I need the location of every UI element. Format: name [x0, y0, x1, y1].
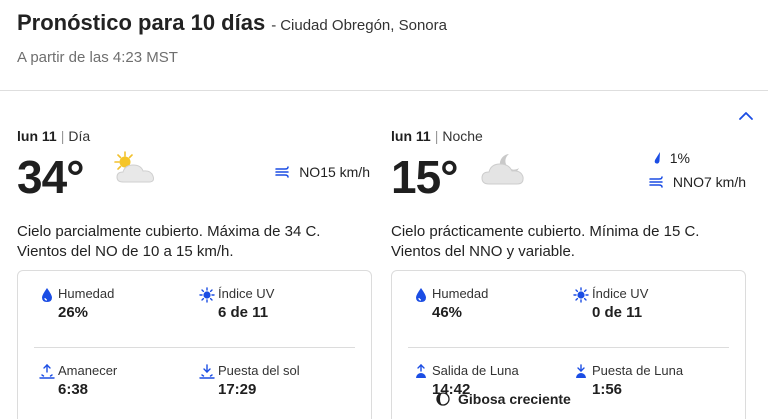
- humidity-drop-icon: [42, 288, 52, 302]
- day-uv-value: 6 de 11: [218, 304, 269, 321]
- day-sunrise: Amanecer 6:38: [36, 363, 117, 398]
- uv-sun-icon: [573, 287, 589, 303]
- uv-sun-icon: [199, 287, 215, 303]
- day-period: Día: [68, 128, 91, 144]
- as-of-timestamp: A partir de las 4:23 MST: [17, 49, 178, 66]
- night-description: Cielo prácticamente cubierto. Mínima de …: [391, 223, 700, 260]
- sunrise-icon: [39, 364, 55, 379]
- moon-phase: Gibosa creciente: [436, 391, 571, 407]
- day-details-card: Humedad 26% Índice UV 6 de 11 Amanecer 6…: [17, 270, 372, 419]
- night-details-card: Humedad 46% Índice UV 0 de 11 Salida de …: [391, 270, 746, 419]
- page-title: Pronóstico para 10 días: [17, 10, 266, 35]
- night-forecast-panel: lun 11 | Noche 15° 1% NNO7 km/h Cielo prác…: [391, 128, 746, 419]
- day-wind-value: NO15 km/h: [299, 164, 370, 180]
- night-humidity: Humedad 46%: [410, 286, 488, 321]
- moonset-icon: [576, 364, 586, 378]
- card-divider: [34, 347, 355, 348]
- title-separator: -: [271, 17, 277, 34]
- day-wind: NO15 km/h: [275, 164, 370, 180]
- moon-phase-label: Gibosa creciente: [458, 391, 571, 407]
- day-humidity-value: 26%: [58, 304, 89, 321]
- humidity-drop-icon: [416, 288, 426, 302]
- day-sunrise-label: Amanecer: [58, 363, 118, 378]
- night-uv-label: Índice UV: [592, 286, 649, 301]
- day-sunset-value: 17:29: [218, 381, 257, 398]
- night-humidity-label: Humedad: [432, 286, 489, 301]
- night-moonset-label: Puesta de Luna: [592, 363, 684, 378]
- night-precipitation: 1%: [652, 150, 690, 166]
- day-forecast-panel: lun 11 | Día 34° NO15 km/h Cielo parcialme…: [17, 128, 372, 419]
- moonrise-icon: [416, 364, 426, 378]
- day-sunset: Puesta del sol 17:29: [196, 363, 300, 398]
- card-divider: [408, 347, 729, 348]
- day-uv: Índice UV 6 de 11: [196, 286, 274, 321]
- night-temp-row: 15° 1% NNO7 km/h: [391, 148, 746, 212]
- location-name: Ciudad Obregón, Sonora: [280, 17, 447, 34]
- day-sunrise-value: 6:38: [58, 381, 89, 398]
- day-period-label: lun 11 | Día: [17, 128, 91, 144]
- night-wind-value: NNO7 km/h: [672, 174, 746, 190]
- night-period: Noche: [442, 128, 483, 144]
- night-uv-value: 0 de 11: [592, 304, 643, 321]
- day-description: Cielo parcialmente cubierto. Máxima de 3…: [17, 223, 321, 260]
- night-temperature: 15°: [391, 151, 459, 203]
- day-humidity: Humedad 26%: [36, 286, 114, 321]
- night-precip-value: 1%: [669, 150, 690, 166]
- night-humidity-value: 46%: [432, 304, 463, 321]
- day-temperature: 34°: [17, 151, 85, 203]
- day-date: lun 11: [17, 128, 57, 144]
- night-period-label: lun 11 | Noche: [391, 128, 483, 144]
- page-header: Pronóstico para 10 días - Ciudad Obregón…: [17, 10, 768, 66]
- wind-icon: [649, 176, 663, 188]
- night-wind: NNO7 km/h: [649, 174, 746, 190]
- night-moonset-value: 1:56: [592, 381, 623, 398]
- night-moonrise-label: Salida de Luna: [432, 363, 519, 378]
- sunset-icon: [199, 364, 215, 379]
- mostly-cloudy-night-icon: [481, 154, 524, 185]
- title-row: Pronóstico para 10 días - Ciudad Obregón…: [17, 10, 768, 36]
- chevron-up-icon[interactable]: [738, 110, 754, 122]
- partly-cloudy-sun-icon: [114, 151, 154, 183]
- header-divider: [0, 90, 768, 91]
- night-date: lun 11: [391, 128, 431, 144]
- raindrop-icon: [654, 152, 660, 164]
- waxing-gibbous-moon-icon: [436, 392, 450, 406]
- day-sunset-label: Puesta del sol: [218, 363, 300, 378]
- day-uv-label: Índice UV: [218, 286, 275, 301]
- night-uv: Índice UV 0 de 11: [570, 286, 648, 321]
- night-moonset: Puesta de Luna 1:56: [570, 363, 683, 398]
- wind-icon: [275, 166, 289, 178]
- day-humidity-label: Humedad: [58, 286, 115, 301]
- day-temp-row: 34° NO15 km/h: [17, 148, 372, 212]
